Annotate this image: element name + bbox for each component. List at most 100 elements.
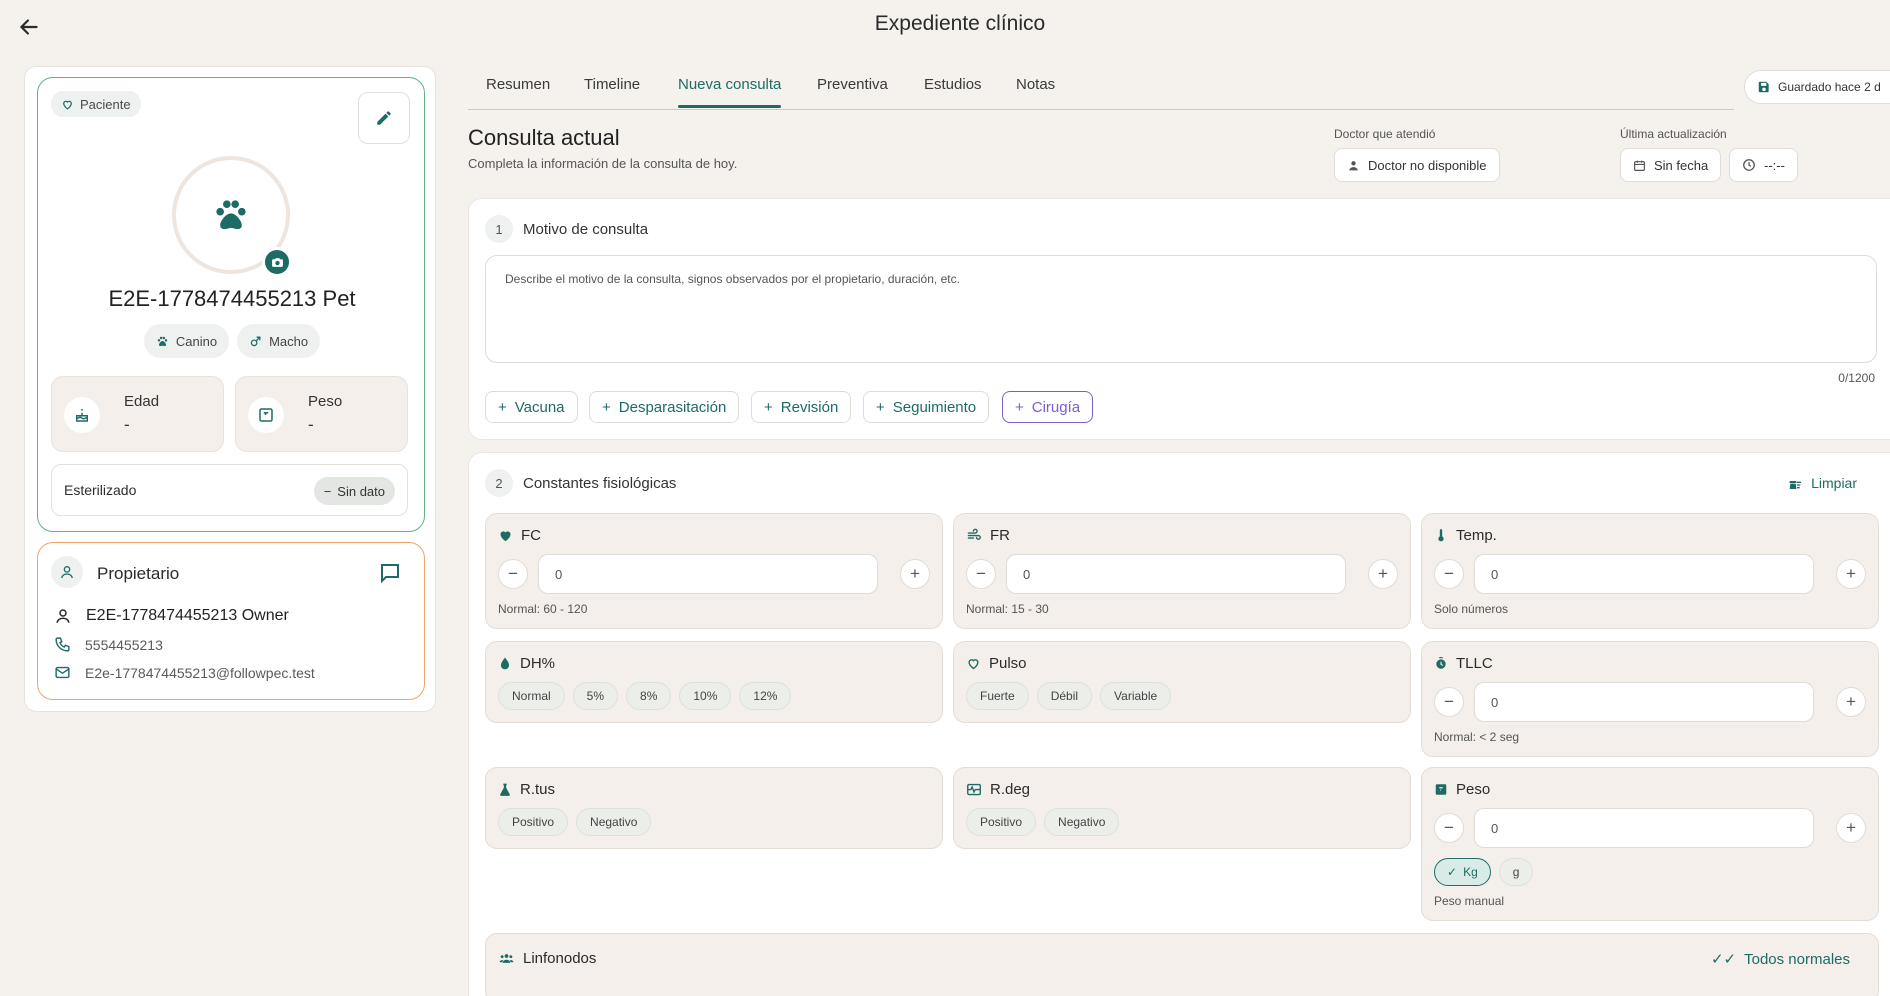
quick-label: Vacuna	[514, 398, 565, 416]
dh-option[interactable]: 8%	[626, 682, 672, 710]
fr-input[interactable]: 0	[1006, 554, 1346, 594]
consult-subtitle: Completa la información de la consulta d…	[468, 156, 738, 171]
weight-note: Peso manual	[1434, 894, 1505, 908]
updated-label: Última actualización	[1620, 127, 1727, 141]
phone-icon	[55, 637, 70, 652]
rtus-option[interactable]: Positivo	[498, 808, 569, 836]
patient-sidebar: Paciente E2E-1778474455213 Pet Canino Ma…	[24, 66, 436, 712]
tab-notas[interactable]: Notas	[1016, 76, 1055, 93]
increment-button[interactable]: +	[1368, 559, 1398, 589]
decrement-button[interactable]: −	[1434, 687, 1464, 717]
heart-outline-icon	[968, 659, 979, 670]
weight-stepper: −0 +	[1434, 808, 1866, 848]
saved-status-label: Guardado hace 2 d	[1778, 80, 1881, 94]
tab-preventiva[interactable]: Preventiva	[817, 76, 888, 93]
fr-label: FR	[990, 527, 1010, 544]
lymph-label: Linfonodos	[523, 950, 597, 967]
edit-patient-button[interactable]	[358, 92, 410, 144]
lymph-card: Linfonodos ✓✓ Todos normales	[485, 933, 1879, 996]
rdeg-option[interactable]: Negativo	[1044, 808, 1120, 836]
dh-card: DH% Normal 5% 8% 10% 12%	[485, 641, 943, 723]
temp-input[interactable]: 0	[1474, 554, 1814, 594]
dh-option[interactable]: 10%	[679, 682, 732, 710]
decrement-button[interactable]: −	[498, 559, 528, 589]
all-normal-button[interactable]: ✓✓ Todos normales	[1710, 950, 1850, 969]
char-counter: 0/1200	[1838, 371, 1875, 385]
pet-tags: Canino Macho	[38, 324, 426, 358]
pet-name: E2E-1778474455213 Pet	[108, 286, 356, 311]
saved-status[interactable]: Guardado hace 2 d	[1744, 70, 1890, 104]
monitor-heart-icon	[967, 783, 981, 796]
tab-resumen[interactable]: Resumen	[486, 76, 550, 93]
person-icon	[1349, 160, 1358, 170]
section-number: 1	[485, 215, 513, 243]
decrement-button[interactable]: −	[966, 559, 996, 589]
fc-input[interactable]: 0	[538, 554, 878, 594]
broom-icon	[1789, 481, 1802, 489]
decrement-button[interactable]: −	[1434, 559, 1464, 589]
doctor-button[interactable]: Doctor no disponible	[1334, 148, 1500, 182]
all-normal-label: Todos normales	[1744, 950, 1850, 968]
quick-label: Cirugía	[1031, 398, 1081, 416]
increment-button[interactable]: +	[1836, 559, 1866, 589]
owner-phone-row[interactable]: 5554455213	[54, 636, 163, 653]
dh-option[interactable]: 12%	[739, 682, 792, 710]
plus-icon: +	[602, 398, 611, 416]
fr-stepper: −0 +	[966, 554, 1398, 594]
weight-unit-options: ✓ Kg g	[1434, 858, 1534, 886]
male-icon	[250, 336, 261, 346]
double-check-icon: ✓✓	[1710, 951, 1737, 968]
clock-icon	[1743, 159, 1755, 171]
change-photo-button[interactable]	[262, 247, 292, 277]
age-value: -	[124, 415, 130, 434]
chat-icon[interactable]	[378, 561, 402, 585]
rdeg-option[interactable]: Positivo	[966, 808, 1037, 836]
owner-email-row[interactable]: E2e-1778474455213@followpec.test	[54, 664, 315, 681]
pulse-option[interactable]: Débil	[1036, 682, 1093, 710]
add-seguimiento-button[interactable]: + Seguimiento	[863, 391, 990, 423]
weight-input[interactable]: 0	[1474, 808, 1814, 848]
flask-icon	[500, 783, 510, 796]
dh-option[interactable]: Normal	[498, 682, 565, 710]
tab-timeline[interactable]: Timeline	[584, 76, 640, 93]
mail-icon	[55, 666, 70, 679]
person-icon	[51, 556, 83, 588]
unit-g-option[interactable]: g	[1498, 858, 1534, 886]
add-revision-button[interactable]: + Revisión	[751, 391, 852, 423]
decrement-button[interactable]: −	[1434, 813, 1464, 843]
tab-nueva-consulta[interactable]: Nueva consulta	[678, 76, 781, 93]
rtus-label: R.tus	[520, 781, 556, 798]
add-desparasitacion-button[interactable]: + Desparasitación	[589, 391, 740, 423]
doctor-label: Doctor que atendió	[1334, 127, 1436, 141]
clear-button[interactable]: Limpiar	[1787, 475, 1857, 491]
unit-kg-option[interactable]: ✓ Kg	[1434, 858, 1491, 886]
rtus-option[interactable]: Negativo	[576, 808, 652, 836]
group-icon	[499, 954, 514, 963]
add-cirugia-button[interactable]: + Cirugía	[1002, 391, 1094, 423]
camera-icon	[271, 257, 283, 267]
reason-title: Motivo de consulta	[523, 221, 649, 238]
increment-button[interactable]: +	[900, 559, 930, 589]
tab-estudios[interactable]: Estudios	[924, 76, 982, 93]
plus-icon: +	[1015, 398, 1024, 416]
increment-button[interactable]: +	[1836, 687, 1866, 717]
reason-textarea[interactable]: Describe el motivo de la consulta, signo…	[485, 255, 1877, 363]
heart-icon	[500, 531, 511, 542]
reason-section: 1 Motivo de consulta Describe el motivo …	[468, 198, 1890, 440]
sterilized-badge[interactable]: − Sin dato	[313, 477, 395, 505]
increment-button[interactable]: +	[1836, 813, 1866, 843]
tllc-input[interactable]: 0	[1474, 682, 1814, 722]
pulse-option[interactable]: Fuerte	[966, 682, 1029, 710]
date-button[interactable]: Sin fecha	[1620, 148, 1722, 182]
rdeg-card: R.deg Positivo Negativo	[953, 767, 1411, 849]
pulse-option[interactable]: Variable	[1100, 682, 1172, 710]
time-button[interactable]: --:--	[1729, 148, 1798, 182]
sex-label: Macho	[269, 333, 309, 349]
fc-stepper: −0 +	[498, 554, 930, 594]
add-vacuna-button[interactable]: + Vacuna	[485, 391, 578, 423]
owner-phone: 5554455213	[85, 636, 163, 653]
dh-option[interactable]: 5%	[572, 682, 619, 710]
page-title: Expediente clínico	[874, 12, 1046, 35]
pulse-options: Fuerte Débil Variable	[966, 682, 1172, 710]
age-stat: Edad -	[51, 376, 224, 452]
